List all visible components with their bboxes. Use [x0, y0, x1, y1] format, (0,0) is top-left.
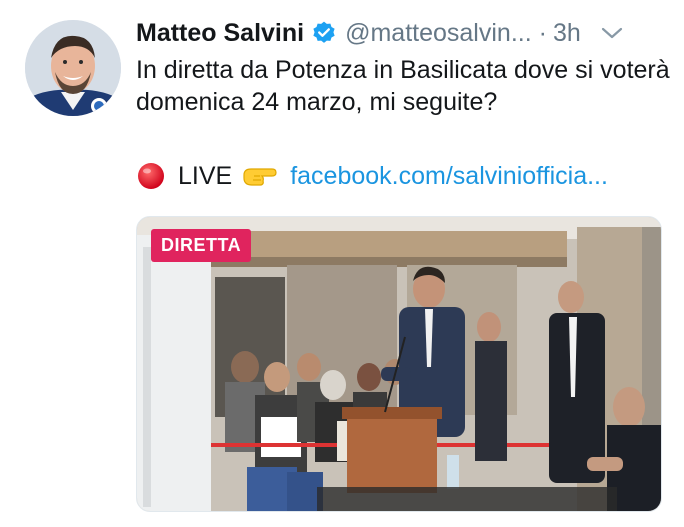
author-handle[interactable]: @matteosalvin... — [345, 19, 532, 48]
live-line: LIVE facebook.com/salviniofficia... — [136, 158, 608, 194]
tweet-text: In diretta da Potenza in Basilicata dove… — [136, 56, 670, 116]
red-circle-emoji-icon — [138, 163, 164, 189]
facebook-link[interactable]: facebook.com/salviniofficia... — [290, 162, 608, 191]
media-image[interactable]: DIRETTA — [136, 216, 662, 512]
avatar-image — [25, 20, 121, 116]
tweet-header: Matteo Salvini @matteosalvin... · 3h — [136, 14, 666, 52]
live-label: LIVE — [178, 161, 233, 190]
chevron-down-icon[interactable] — [601, 26, 623, 40]
diretta-badge: DIRETTA — [151, 229, 252, 262]
separator: · — [538, 18, 547, 47]
pointing-hand-emoji-icon — [243, 168, 277, 186]
timestamp[interactable]: 3h — [553, 19, 581, 48]
avatar[interactable] — [25, 20, 121, 116]
author-name[interactable]: Matteo Salvini — [136, 19, 304, 48]
verified-badge-icon — [313, 21, 335, 43]
